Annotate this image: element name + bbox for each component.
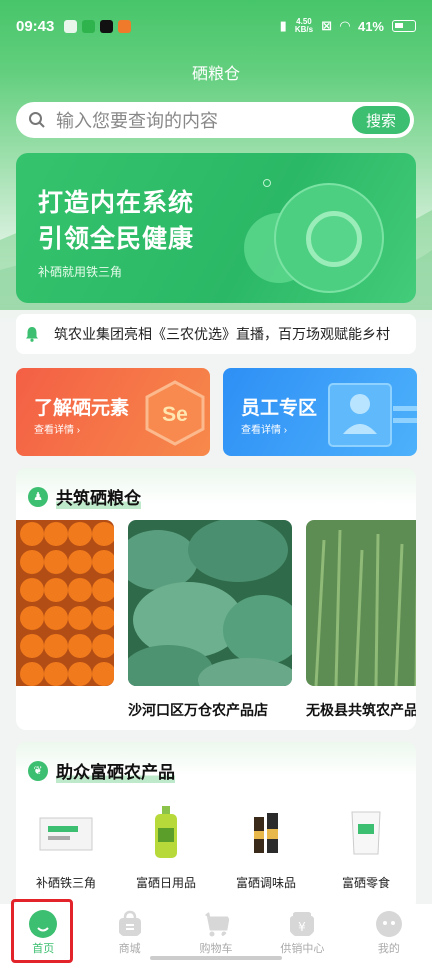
no-sim-icon: ⊠ [321, 18, 332, 33]
wifi-icon: ◠ [339, 18, 350, 33]
tab-mall[interactable]: 商城 [86, 904, 172, 964]
tab-label: 供销中心 [280, 943, 325, 955]
selenium-products-section: ❦ 助众富硒农产品 补硒铁三角 富硒日用品 富硒调味品 富硒零食 [16, 742, 416, 912]
wheat-image [306, 520, 416, 686]
store-name-shahekou[interactable]: 沙河口区万仓农产品店 [128, 700, 268, 720]
gift-box-image [16, 802, 116, 862]
store-photo-vegetables[interactable] [128, 520, 292, 686]
product-name: 富硒日用品 [135, 876, 196, 890]
profile-icon [375, 911, 402, 937]
banner-subtitle: 补硒就用铁三角 [38, 265, 123, 279]
search-input[interactable]: 输入您要查询的内容 [56, 107, 352, 133]
staff-area-card[interactable]: 员工专区 查看详情 › [223, 368, 417, 456]
detergent-bottle-image [116, 802, 216, 862]
app-badge-icon [118, 19, 132, 33]
banner-inner-ring [306, 211, 362, 267]
tab-profile[interactable]: 我的 [346, 904, 432, 964]
search-bar[interactable]: 输入您要查询的内容 搜索 [16, 102, 414, 138]
status-time: 09:43 [16, 17, 55, 35]
tab-label: 商城 [118, 943, 141, 955]
selenium-card-link[interactable]: 查看详情 › [34, 421, 80, 436]
banner-headline-1: 打造内在系统 [38, 189, 195, 217]
product-item[interactable]: 富硒调味品 [216, 802, 316, 891]
battery-icon [392, 20, 416, 32]
selenium-hexagon-icon: Se [145, 380, 205, 446]
wechat-icon [82, 19, 96, 33]
product-item[interactable]: 富硒零食 [316, 802, 416, 891]
battery-percent: 41% [357, 18, 384, 34]
notice-text: 筑农业集团亮相《三农优选》直播，百万场观赋能乡村 [54, 326, 390, 342]
tab-cart[interactable]: 购物车 [173, 904, 259, 964]
store-photo-wheat[interactable] [306, 520, 416, 686]
product-item[interactable]: 富硒日用品 [116, 802, 216, 891]
selenium-card-title: 了解硒元素 [34, 398, 130, 419]
banner-small-circle [263, 179, 271, 187]
svg-text:¥: ¥ [299, 920, 307, 934]
tiktok-icon [100, 19, 114, 33]
search-button[interactable]: 搜索 [352, 106, 410, 134]
tab-label: 我的 [377, 943, 400, 955]
farmer-icon: ♟ [28, 486, 48, 507]
cart-icon [204, 912, 230, 937]
selenium-symbol: Se [162, 403, 188, 426]
network-speed: 4.50 KB/s [295, 18, 313, 34]
home-indicator [150, 956, 282, 960]
vibrate-icon: ▮ [279, 18, 287, 33]
sauce-bottles-image [216, 802, 316, 862]
featured-stores-section: ♟ 共筑硒粮仓 沙河口区万仓农产品店 无极县共筑农产品 [16, 468, 416, 730]
status-bar: 09:43 ▮ 4.50 KB/s ⊠ ◠ 41% [0, 0, 432, 52]
shopping-bag-icon [118, 910, 141, 936]
product-name: 富硒调味品 [235, 876, 296, 890]
section-header: ♟ 共筑硒粮仓 [28, 484, 141, 509]
promo-banner[interactable]: 打造内在系统 引领全民健康 补硒就用铁三角 [16, 153, 416, 303]
tab-supply-center[interactable]: ¥ 供销中心 [259, 904, 345, 964]
staff-card-link[interactable]: 查看详情 › [241, 421, 287, 436]
store-name-wuji[interactable]: 无极县共筑农产品 [306, 700, 416, 720]
vegetables-image [128, 520, 292, 686]
banner-headline-2: 引领全民健康 [38, 225, 195, 253]
section-header: ❦ 助众富硒农产品 [28, 758, 175, 783]
app-notification-icon [64, 19, 78, 33]
search-icon [29, 112, 45, 128]
snack-bag-image [316, 802, 416, 862]
page-title: 硒粮仓 [191, 66, 240, 83]
yen-icon: ¥ [290, 912, 315, 936]
section-title: 助众富硒农产品 [56, 758, 175, 783]
product-name: 富硒零食 [341, 876, 390, 890]
notice-bar[interactable]: 筑农业集团亮相《三农优选》直播，百万场观赋能乡村 [16, 314, 416, 354]
staff-card-title: 员工专区 [241, 398, 318, 419]
leaf-icon: ❦ [28, 760, 48, 781]
selenium-info-card[interactable]: 了解硒元素 查看详情 › Se [16, 368, 210, 456]
bell-icon [26, 327, 38, 342]
staff-badge-icon [328, 383, 417, 447]
product-item[interactable]: 补硒铁三角 [16, 802, 116, 891]
active-tab-highlight [11, 899, 73, 963]
store-photo-tomatoes[interactable] [16, 520, 114, 686]
section-title: 共筑硒粮仓 [56, 484, 141, 509]
product-name: 补硒铁三角 [35, 876, 96, 890]
tab-label: 购物车 [199, 943, 233, 955]
tomatoes-image [16, 520, 114, 686]
network-speed-unit: KB/s [294, 25, 314, 34]
